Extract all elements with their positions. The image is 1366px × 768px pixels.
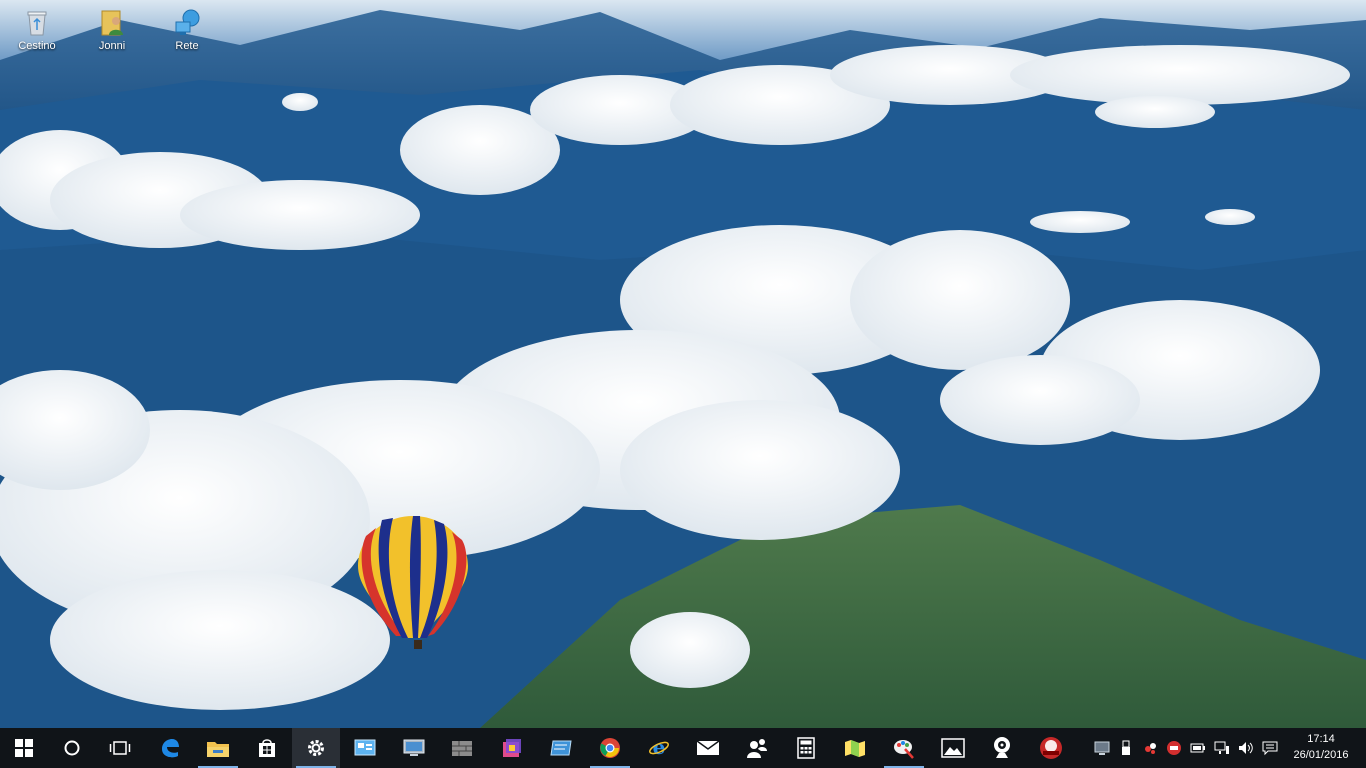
settings-gear-icon <box>308 740 324 756</box>
desktop-icon-network[interactable]: Rete <box>155 6 219 64</box>
clock-time: 17:14 <box>1307 733 1335 745</box>
taskbar-app-paint[interactable] <box>880 728 928 768</box>
maps-icon <box>845 740 865 757</box>
taskbar-app-firewall[interactable] <box>438 728 486 768</box>
taskbar-app-photos[interactable] <box>929 728 977 768</box>
taskbar-app-remote-desktop[interactable] <box>390 728 438 768</box>
svg-text:e: e <box>653 737 666 759</box>
taskbar: e 17:14 26/01/2016 <box>0 728 1366 768</box>
desktop-icon-label: Rete <box>175 40 199 52</box>
colorful-app-icon <box>503 739 521 757</box>
taskbar-app-mail[interactable] <box>684 728 732 768</box>
network-icon <box>175 9 200 35</box>
red-badge-app-icon <box>1040 737 1062 759</box>
recycle-bin-icon <box>27 11 47 36</box>
mountain-balloon-wallpaper <box>0 0 1366 728</box>
desktop-icon-recycle-bin[interactable]: Cestino <box>5 6 69 64</box>
red-tray-icon[interactable] <box>1166 740 1182 756</box>
taskbar-app-webcam[interactable] <box>978 728 1026 768</box>
photos-icon <box>941 738 965 758</box>
monitor-tray-icon[interactable] <box>1094 740 1110 756</box>
taskbar-app-control-panel[interactable] <box>341 728 389 768</box>
windows-logo-icon <box>15 739 33 757</box>
taskbar-app-file-explorer[interactable] <box>194 728 242 768</box>
firewall-icon <box>452 741 472 756</box>
antivirus-tray-icon[interactable] <box>1142 740 1158 756</box>
taskbar-app-colorful[interactable] <box>488 728 536 768</box>
taskbar-app-store[interactable] <box>243 728 291 768</box>
chrome-icon <box>600 738 620 758</box>
user-folder-icon <box>101 10 123 36</box>
file-explorer-icon <box>207 742 229 757</box>
clock-date: 26/01/2016 <box>1293 749 1349 761</box>
desktop-icon-label: Cestino <box>18 40 56 52</box>
taskbar-app-edge[interactable] <box>146 728 194 768</box>
task-view-icon <box>109 741 131 755</box>
control-panel-icon <box>354 739 376 756</box>
taskbar-app-red-badge[interactable] <box>1027 728 1075 768</box>
taskbar-clock[interactable]: 17:14 26/01/2016 <box>1288 731 1354 763</box>
cortana-circle-icon <box>64 740 80 756</box>
task-view-button[interactable] <box>96 728 144 768</box>
webcam-icon <box>994 737 1010 758</box>
cortana-search-button[interactable] <box>48 728 96 768</box>
edge-icon <box>162 739 179 758</box>
taskbar-app-chrome[interactable] <box>586 728 634 768</box>
taskbar-app-calculator[interactable] <box>782 728 830 768</box>
desktop-icon-label: Jonni <box>98 40 126 52</box>
calculator-icon <box>797 737 815 759</box>
screen-app-icon <box>550 740 572 756</box>
battery-tray-icon[interactable] <box>1190 740 1206 756</box>
volume-tray-icon[interactable] <box>1238 740 1254 756</box>
taskbar-app-people[interactable] <box>733 728 781 768</box>
people-icon <box>747 739 767 758</box>
usb-tray-icon[interactable] <box>1118 740 1134 756</box>
start-button[interactable] <box>0 728 48 768</box>
mail-icon <box>696 740 720 755</box>
desktop-icon-user-folder[interactable]: Jonni <box>80 6 144 64</box>
paint-icon <box>894 740 914 759</box>
taskbar-app-screen[interactable] <box>537 728 585 768</box>
taskbar-app-settings[interactable] <box>292 728 340 768</box>
action-center-icon[interactable] <box>1262 740 1278 756</box>
desktop-wallpaper: Cestino Jonni Rete <box>0 0 1366 728</box>
store-icon <box>259 739 275 757</box>
remote-desktop-icon <box>403 739 425 756</box>
network-tray-icon[interactable] <box>1214 740 1230 756</box>
internet-explorer-icon: e <box>649 737 669 759</box>
taskbar-app-maps[interactable] <box>831 728 879 768</box>
taskbar-app-internet-explorer[interactable]: e <box>635 728 683 768</box>
